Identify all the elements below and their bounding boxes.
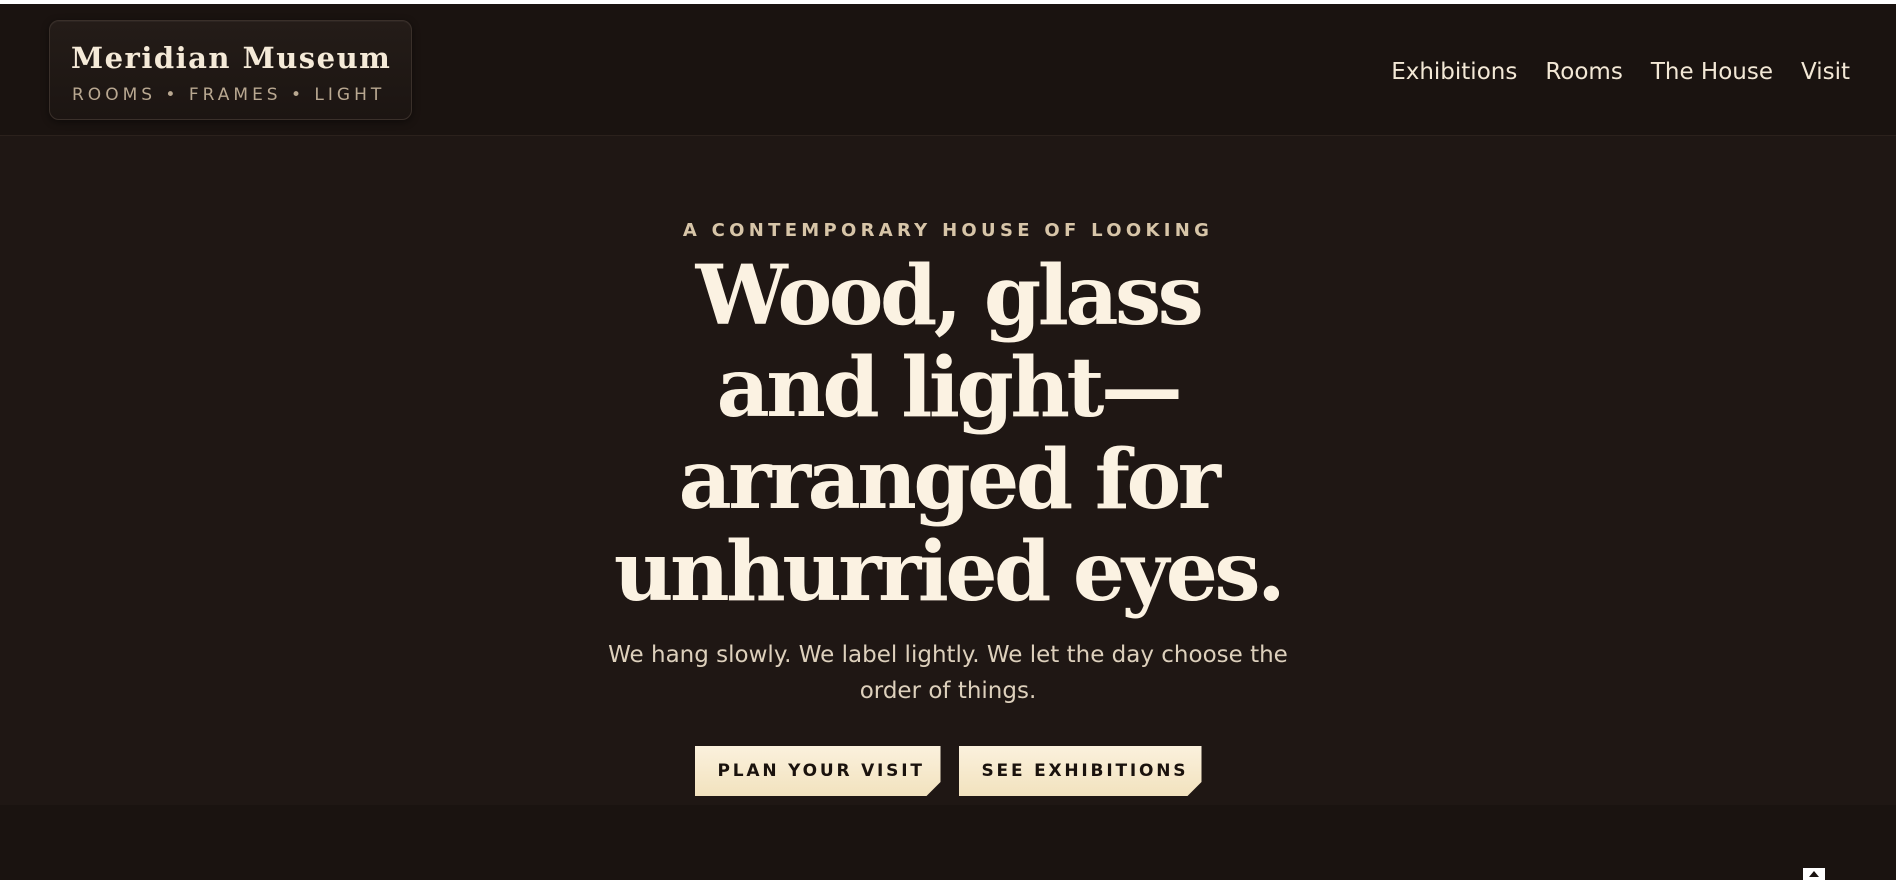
plan-your-visit-button[interactable]: PLAN YOUR VISIT (695, 746, 941, 796)
chevron-up-icon[interactable] (1803, 868, 1825, 880)
brand-name: Meridian Museum (71, 41, 392, 75)
next-section (0, 805, 1896, 880)
nav-link-the-house[interactable]: The House (1651, 54, 1773, 90)
hero-lede: We hang slowly. We label lightly. We let… (608, 642, 1288, 704)
brand-tagline: ROOMS • FRAMES • LIGHT (72, 85, 386, 105)
headline-line: Wood, glass (695, 248, 1204, 344)
nav-link-rooms[interactable]: Rooms (1545, 54, 1622, 90)
hero-headline: Wood, glass and light— arranged for unhu… (0, 250, 1896, 618)
headline-line: arranged for (678, 432, 1221, 528)
site-header: Meridian Museum ROOMS • FRAMES • LIGHT E… (0, 4, 1896, 136)
hero-actions: PLAN YOUR VISIT SEE EXHIBITIONS (0, 746, 1896, 796)
nav-link-exhibitions[interactable]: Exhibitions (1391, 54, 1517, 90)
see-exhibitions-button[interactable]: SEE EXHIBITIONS (959, 746, 1202, 796)
headline-line: unhurried eyes. (613, 524, 1286, 620)
main-nav: Exhibitions Rooms The House Visit (1391, 54, 1850, 90)
brand-logo[interactable]: Meridian Museum ROOMS • FRAMES • LIGHT (49, 20, 412, 120)
nav-link-visit[interactable]: Visit (1801, 54, 1850, 90)
headline-line: and light— (716, 340, 1183, 436)
hero-section: A CONTEMPORARY HOUSE OF LOOKING Wood, gl… (0, 137, 1896, 805)
page: Meridian Museum ROOMS • FRAMES • LIGHT E… (0, 0, 1896, 880)
hero-kicker: A CONTEMPORARY HOUSE OF LOOKING (682, 220, 1214, 241)
